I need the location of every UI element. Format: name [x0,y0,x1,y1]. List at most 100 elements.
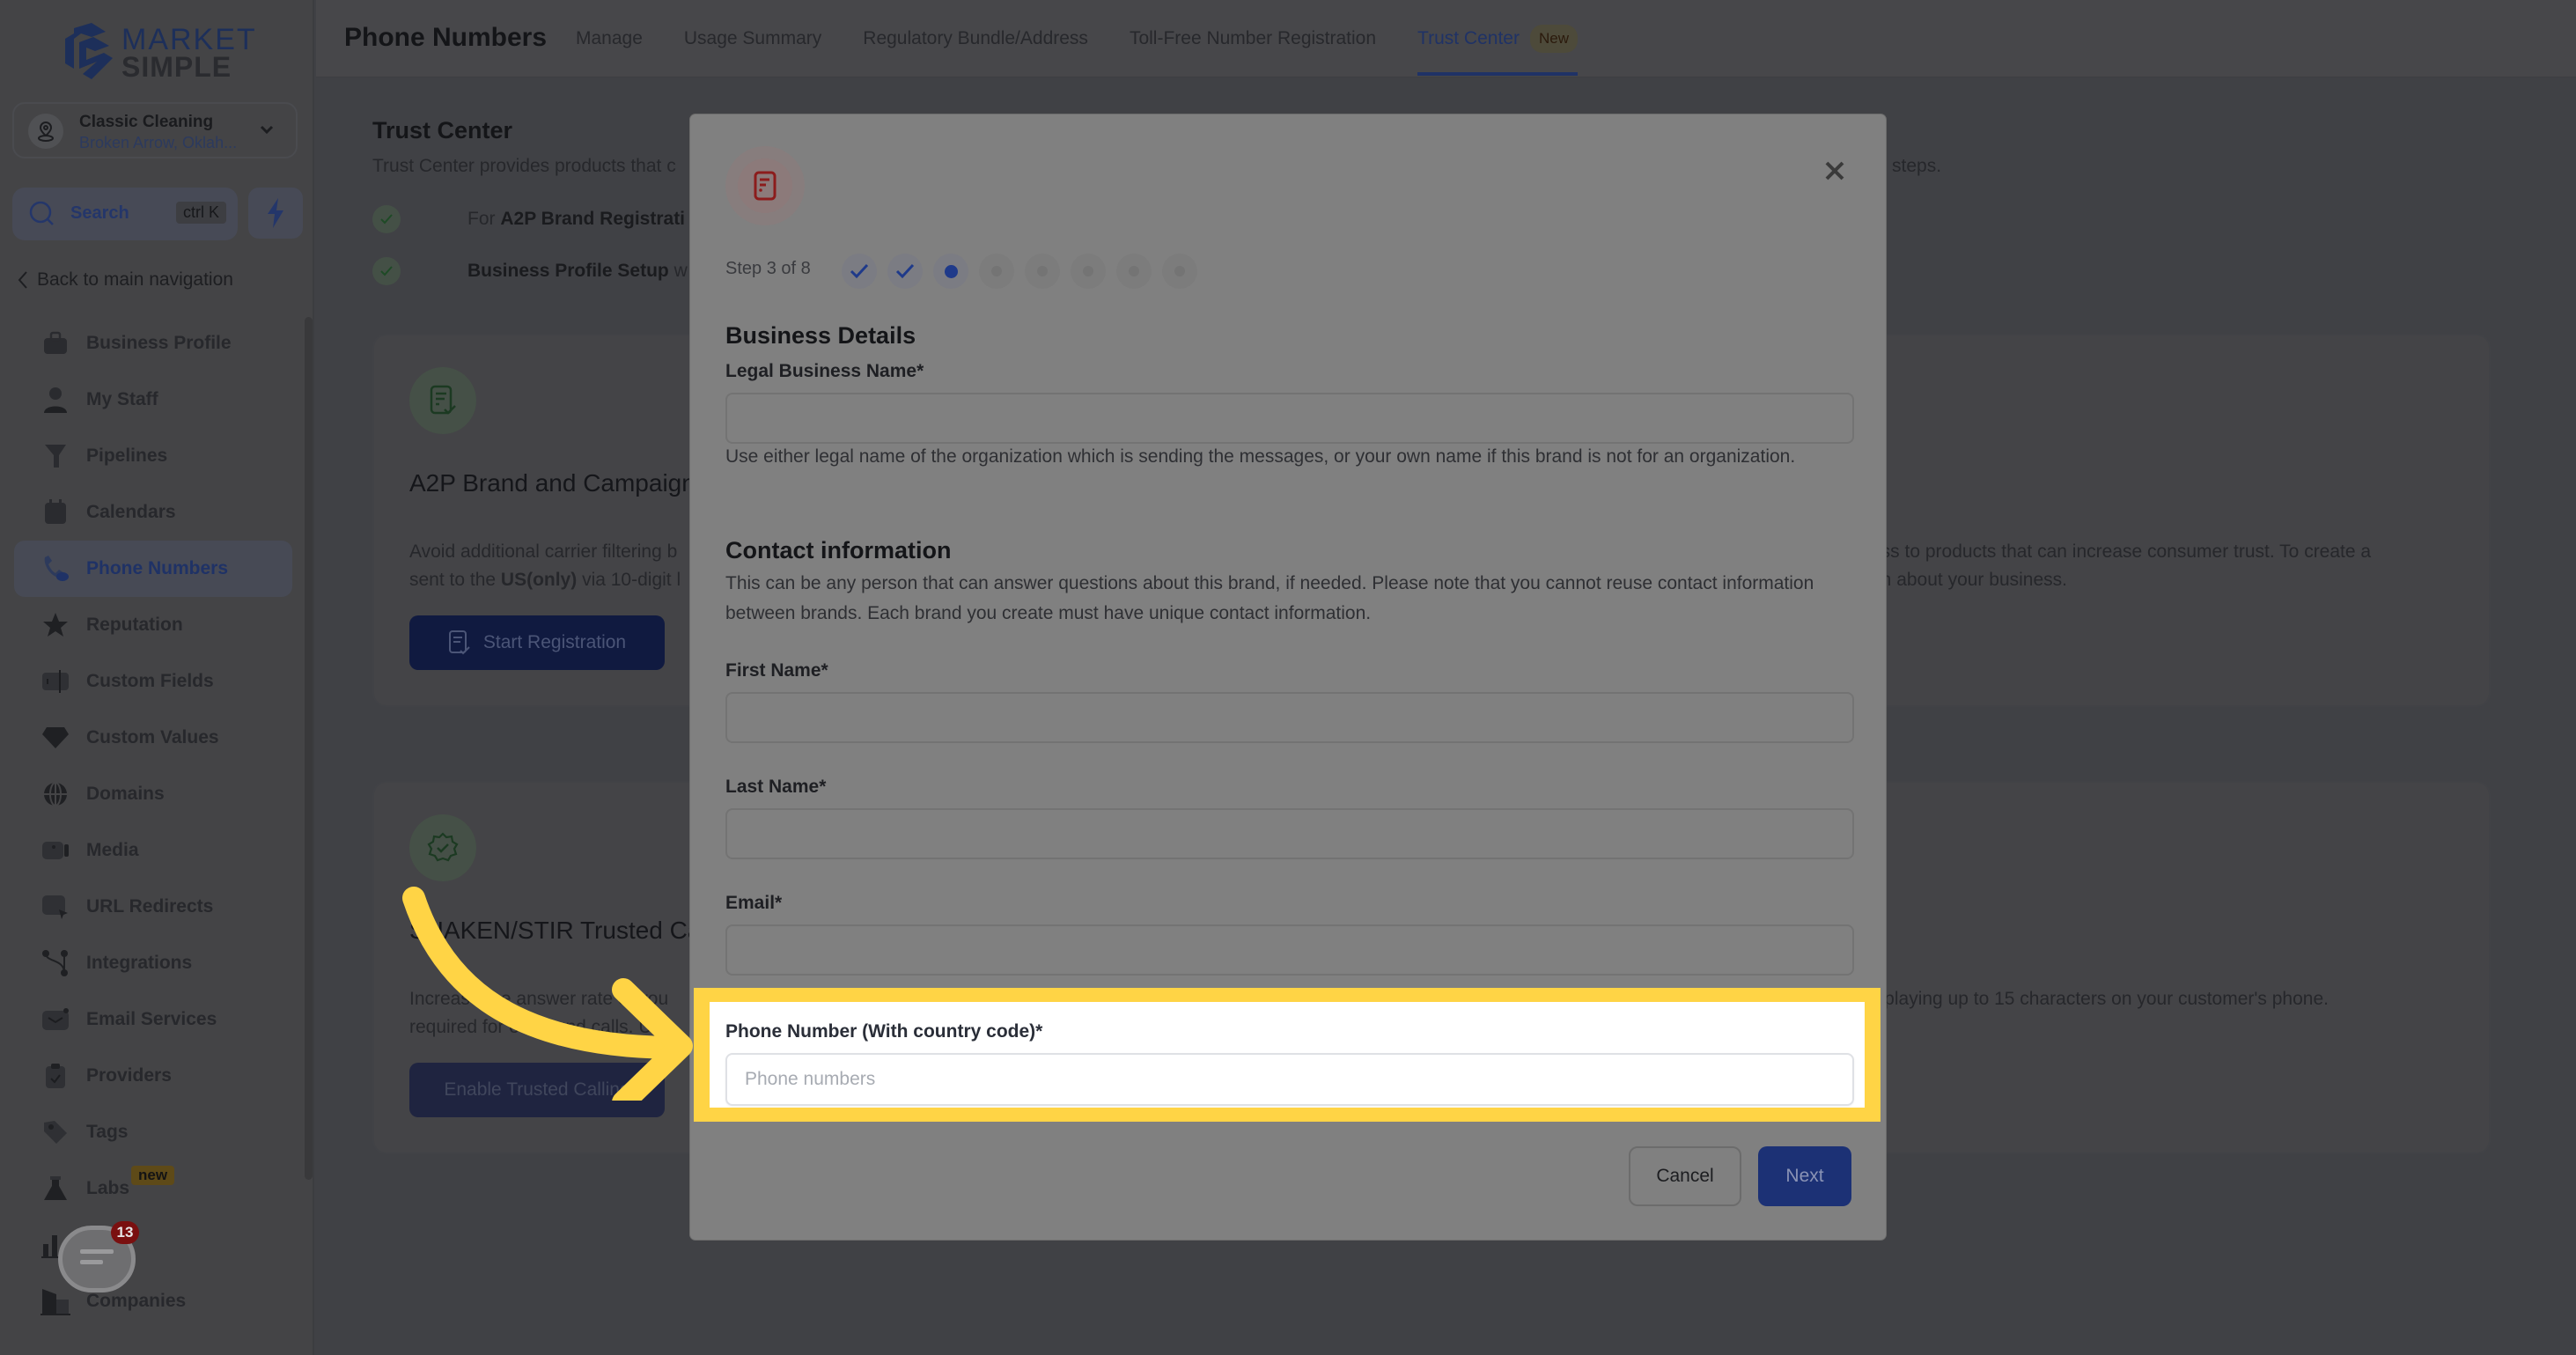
search-label: Search [70,203,129,223]
sidebar-item-url-redirects[interactable]: URL Redirects [14,879,292,935]
tab-manage[interactable]: Manage [576,0,643,77]
sidebar-item-custom-values[interactable]: Custom Values [14,710,292,766]
contact-information-heading: Contact information [725,537,952,563]
tab-new-badge: New [1529,25,1578,53]
labs-new-badge: new [131,1166,175,1185]
tab-toll-free-registration[interactable]: Toll-Free Number Registration [1130,0,1376,77]
a2p-card-title: A2P Brand and Campaign [409,469,696,497]
sidebar-item-pipelines[interactable]: Pipelines [14,428,292,484]
chat-unread-badge: 13 [111,1221,139,1244]
step-progress [842,254,1197,289]
sidebar-scrollbar[interactable] [305,317,313,1180]
back-label: Back to main navigation [37,269,233,290]
building-icon [40,1286,70,1316]
checklist-item-business-profile: Business Profile Setup w [467,261,688,281]
check-circle-icon [372,257,401,285]
location-switcher[interactable]: Classic Cleaning Broken Arrow, Oklah... [12,102,298,158]
settings-nav: Business Profile My Staff Pipelines Cale… [14,315,292,1329]
logo-text-market: MARKET [121,23,257,56]
logo-text-simple: SIMPLE [121,51,232,83]
person-icon [40,385,70,415]
tab-trust-center[interactable]: Trust Center New [1417,0,1578,77]
sidebar-item-tags[interactable]: Tags [14,1104,292,1160]
sidebar-item-providers[interactable]: Providers [14,1048,292,1104]
trust-center-description-end: steps. [1892,156,1942,176]
step-7-pending [1116,254,1152,289]
check-icon [850,263,869,279]
search-shortcut: ctrl K [176,202,227,224]
business-details-heading: Business Details [725,322,916,349]
tab-usage-summary[interactable]: Usage Summary [684,0,821,77]
text-field-icon [40,666,70,696]
enable-trusted-calling-button[interactable]: Enable Trusted Calling [409,1063,665,1117]
sidebar-item-media[interactable]: Media [14,822,292,879]
legal-business-name-label: Legal Business Name* [725,361,924,381]
a2p-card-description-right: ess to products that can increase consum… [1871,541,2372,590]
sidebar-item-phone-numbers[interactable]: Phone Numbers [14,541,292,597]
check-circle-icon [372,205,401,233]
brand-logo[interactable]: MARKET SIMPLE [62,19,255,81]
cancel-button[interactable]: Cancel [1629,1146,1741,1206]
chat-icon [80,1249,114,1264]
star-icon [40,610,70,640]
sidebar-item-my-staff[interactable]: My Staff [14,372,292,428]
tab-regulatory-bundle[interactable]: Regulatory Bundle/Address [863,0,1088,77]
shaken-stir-card-description: Increase the answer rate of you required… [409,989,669,1037]
back-to-main-navigation[interactable]: Back to main navigation [18,269,233,291]
sidebar-item-calendars[interactable]: Calendars [14,484,292,541]
search-icon [29,201,54,225]
integrations-icon [40,948,70,978]
phone-number-label: Phone Number (With country code)* [725,1021,1043,1042]
phone-number-input[interactable] [725,1053,1854,1106]
location-pin-icon [28,114,63,149]
tab-trust-center-label: Trust Center [1417,28,1520,48]
calendar-icon [40,497,70,527]
step-1-done [842,254,877,289]
close-modal-button[interactable] [1819,155,1851,187]
step-2-done [887,254,923,289]
next-button[interactable]: Next [1758,1146,1851,1206]
sidebar-item-labs[interactable]: Labs new [14,1160,292,1217]
check-icon [895,263,915,279]
highlight-box: Phone Number (With country code)* [694,988,1880,1122]
phone-field-group: Phone Number (With country code)* [710,1002,1865,1108]
diamond-icon [40,723,70,753]
shaken-stir-card-description-right: isplaying up to 15 characters on your cu… [1871,989,2329,1009]
lightning-icon [268,198,283,228]
logo-mark-icon [65,23,113,79]
trust-center-description: Trust Center provides products that c [372,156,676,176]
briefcase-icon [40,328,70,358]
start-registration-button[interactable]: Start Registration [409,615,665,670]
globe-icon [40,779,70,809]
first-name-input[interactable] [725,692,1854,743]
phone-icon [40,554,70,584]
sidebar-item-email-services[interactable]: Email Services [14,991,292,1048]
sidebar-item-integrations[interactable]: Integrations [14,935,292,991]
tag-icon [40,1117,70,1147]
sidebar-item-domains[interactable]: Domains [14,766,292,822]
flask-icon [40,1174,70,1204]
legal-business-name-input[interactable] [725,393,1854,444]
location-name: Classic Cleaning [79,113,214,131]
sidebar-item-custom-fields[interactable]: Custom Fields [14,653,292,710]
email-icon [40,1005,70,1035]
search-button[interactable]: Search ctrl K [12,188,238,240]
step-indicator-label: Step 3 of 8 [725,259,811,278]
sidebar: MARKET SIMPLE Classic Cleaning Broken Ar… [0,0,314,1355]
sidebar-item-companies[interactable]: Companies [14,1273,292,1329]
sidebar-item-logs[interactable]: Logs [14,1217,292,1273]
contact-information-help: This can be any person that can answer q… [725,573,1814,623]
page-title: Phone Numbers [344,23,548,52]
clipboard-check-icon [40,1061,70,1091]
sidebar-item-business-profile[interactable]: Business Profile [14,315,292,372]
sidebar-item-reputation[interactable]: Reputation [14,597,292,653]
close-icon [1825,161,1844,180]
document-icon [754,171,776,201]
email-input[interactable] [725,924,1854,976]
legal-business-name-help: Use either legal name of the organizatio… [725,446,1796,467]
last-name-input[interactable] [725,808,1854,859]
funnel-icon [40,441,70,471]
quick-actions-button[interactable] [248,188,303,239]
chevron-down-icon [260,125,274,135]
last-name-label: Last Name* [725,777,827,797]
